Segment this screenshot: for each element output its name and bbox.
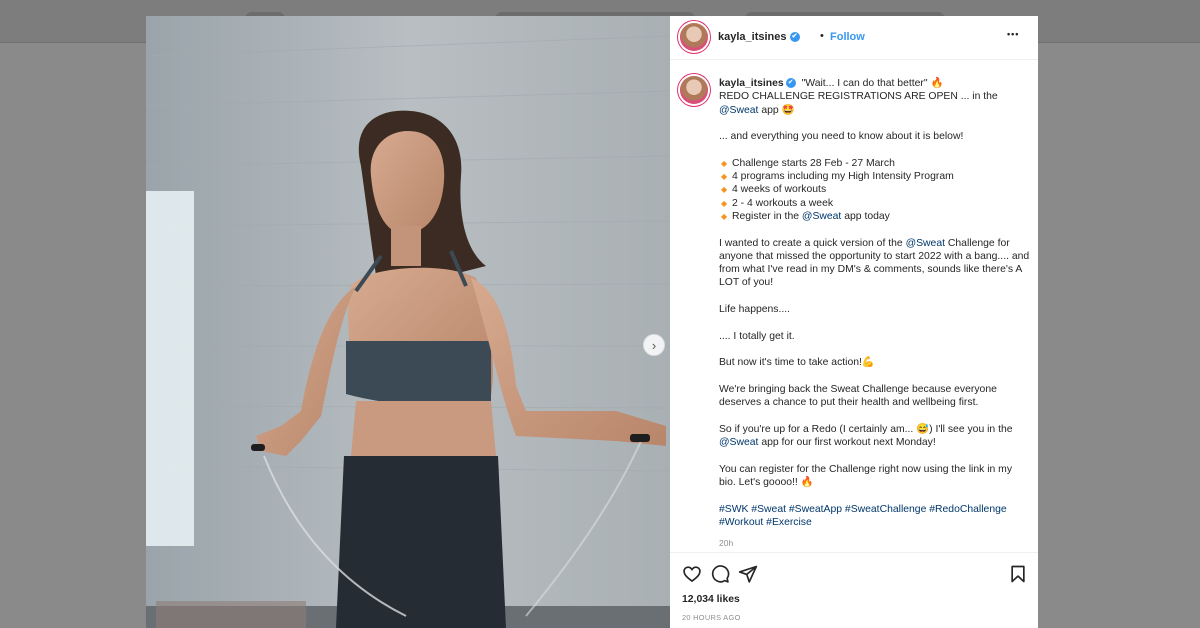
caption-paragraph: But now it's time to take action!💪 [719, 357, 875, 369]
more-options-button[interactable]: ••• [1007, 29, 1019, 39]
caption: kayla_itsines ✔ "Wait... I can do that be… [719, 77, 1031, 542]
comment-icon[interactable] [710, 564, 730, 584]
likes-count[interactable]: 12,034 likes [682, 594, 740, 605]
header-username-link[interactable]: kayla_itsines ✔ [718, 31, 800, 43]
caption-line-2: REDO CHALLENGE REGISTRATIONS ARE OPEN ..… [719, 91, 998, 103]
caption-paragraph: I wanted to create a quick version of th… [719, 237, 1030, 289]
header-username[interactable]: kayla_itsines [718, 31, 787, 43]
verified-icon: ✔ [785, 78, 796, 89]
caption-paragraph: So if you're up for a Redo (I certainly … [719, 423, 1013, 449]
caption-paragraph: We're bringing back the Sweat Challenge … [719, 383, 997, 409]
diamond-icon: ◆ [721, 198, 728, 208]
caption-paragraph: Life happens.... [719, 304, 791, 316]
post-modal: › kayla_itsines ✔ • Follow ••• kayla_itsi… [146, 16, 1038, 628]
caption-line-3: app 🤩 [758, 104, 795, 116]
share-icon[interactable] [738, 564, 758, 584]
verified-icon: ✔ [789, 32, 800, 43]
diamond-icon: ◆ [721, 172, 728, 182]
list-item: ◆ 4 programs including my High Intensity … [721, 171, 954, 183]
caption-intro: kayla_itsines ✔ "Wait... I can do that be… [719, 77, 1031, 117]
bullet-list: ◆ Challenge starts 28 Feb - 27 March ◆ 4 p… [719, 157, 1031, 223]
caption-username[interactable]: kayla_itsines [719, 78, 784, 89]
caption-timestamp: 20h [719, 538, 734, 548]
diamond-icon: ◆ [721, 158, 728, 168]
caption-paragraph: .... I totally get it. [719, 330, 795, 342]
avatar[interactable] [680, 23, 708, 51]
photo-illustration [146, 16, 670, 628]
list-item: ◆ Challenge starts 28 Feb - 27 March [721, 157, 895, 169]
caption-paragraph: You can register for the Challenge right… [719, 463, 1013, 488]
follow-button[interactable]: Follow [830, 31, 865, 43]
list-item: ◆ 4 weeks of workouts [721, 184, 827, 196]
diamond-icon: ◆ [721, 185, 728, 195]
next-image-button[interactable]: › [643, 334, 665, 356]
bookmark-icon[interactable] [1008, 564, 1028, 584]
diamond-icon: ◆ [721, 211, 728, 221]
post-header: kayla_itsines ✔ • Follow ••• [670, 16, 1038, 60]
post-sidebar: kayla_itsines ✔ • Follow ••• kayla_itsine… [670, 16, 1038, 628]
caption-paragraph: ... and everything you need to know abou… [719, 131, 964, 143]
post-photo: › [146, 16, 670, 628]
separator-dot: • [820, 30, 824, 42]
post-time: 20 HOURS AGO [682, 613, 741, 622]
action-bar: 12,034 likes 20 HOURS AGO [670, 552, 1038, 628]
heart-icon[interactable] [682, 564, 702, 584]
list-item: ◆ Register in the @Sweat app today [721, 210, 890, 222]
sweat-mention-link[interactable]: @Sweat [719, 105, 758, 116]
caption-line-1: "Wait... I can do that better" 🔥 [801, 78, 944, 89]
caption-avatar[interactable] [680, 76, 708, 104]
sweat-mention-link[interactable]: @Sweat [719, 437, 758, 448]
sweat-mention-link[interactable]: @Sweat [906, 238, 945, 249]
sweat-mention-link[interactable]: @Sweat [802, 211, 841, 222]
hashtags-link[interactable]: #SWK #Sweat #SweatApp #SweatChallenge #R… [719, 503, 1031, 530]
list-item: ◆ 2 - 4 workouts a week [721, 197, 834, 209]
